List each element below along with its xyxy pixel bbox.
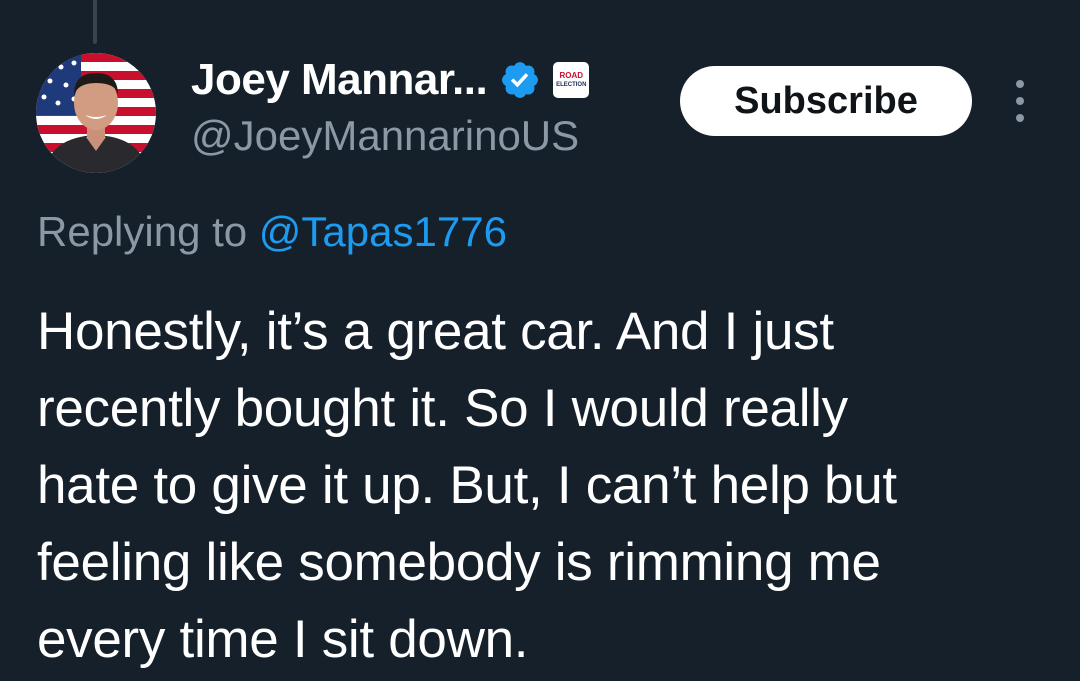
more-options-icon[interactable] (1005, 80, 1035, 122)
avatar[interactable] (36, 53, 156, 173)
more-dot (1016, 80, 1024, 88)
tweet-text-line: Honestly, it’s a great car. And I just (37, 302, 834, 361)
affiliate-badge-line1: ROAD (559, 71, 584, 80)
tweet-text: Honestly, it’s a great car. And I just r… (37, 293, 1057, 678)
thread-connector-line (93, 0, 97, 44)
tweet-text-line: every time I sit down. (37, 610, 529, 669)
verified-badge-icon[interactable] (499, 59, 541, 101)
more-dot (1016, 97, 1024, 105)
author-handle[interactable]: @JoeyMannarinoUS (191, 112, 579, 160)
tweet-text-line: recently bought it. So I would really (37, 379, 848, 438)
affiliate-badge-icon[interactable]: ROAD ELECTION (553, 62, 590, 98)
author-name-row: Joey Mannar... ROAD ELECTION (191, 50, 590, 110)
replying-to-line: Replying to @Tapas1776 (37, 208, 507, 256)
reply-mention-link[interactable]: @Tapas1776 (259, 208, 507, 255)
replying-to-prefix: Replying to (37, 208, 259, 255)
affiliate-badge-line2: ELECTION (556, 82, 587, 88)
tweet-text-line: feeling like somebody is rimming me (37, 533, 881, 592)
author-display-name[interactable]: Joey Mannar... (191, 55, 488, 105)
more-dot (1016, 114, 1024, 122)
subscribe-button[interactable]: Subscribe (680, 66, 972, 136)
tweet-text-line: hate to give it up. But, I can’t help bu… (37, 456, 897, 515)
